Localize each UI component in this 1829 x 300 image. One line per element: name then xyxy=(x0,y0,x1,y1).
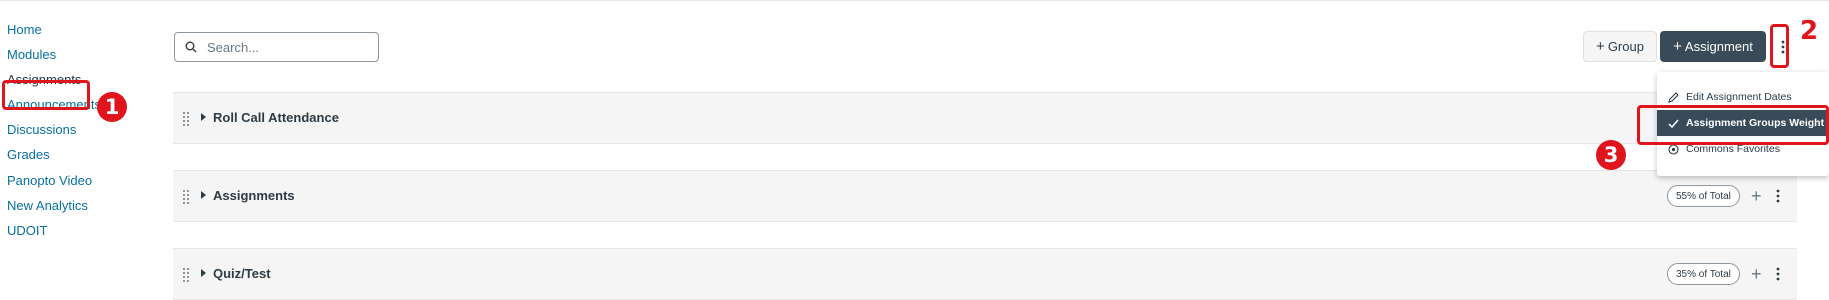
sidebar-item-udoit[interactable]: UDOIT xyxy=(7,223,47,239)
add-assignment-to-group-button[interactable]: + xyxy=(1751,263,1762,285)
group-weight-badge: 55% of Total xyxy=(1667,185,1740,207)
add-assignment-to-group-button[interactable]: + xyxy=(1751,185,1762,207)
search-field[interactable] xyxy=(174,32,379,62)
annotation-badge-1: 1 xyxy=(97,92,127,122)
top-divider xyxy=(0,0,1829,1)
group-kebab-icon[interactable] xyxy=(1773,187,1783,205)
sidebar-item-modules[interactable]: Modules xyxy=(7,47,56,63)
add-group-button[interactable]: + Group xyxy=(1583,31,1657,62)
plus-icon: + xyxy=(1596,38,1605,55)
drag-handle-icon[interactable] xyxy=(182,189,190,205)
settings-dropdown-menu: Edit Assignment Dates Assignment Groups … xyxy=(1657,72,1829,176)
pencil-icon xyxy=(1666,90,1680,104)
expand-caret-icon[interactable] xyxy=(201,191,206,199)
drag-handle-icon[interactable] xyxy=(182,111,190,127)
commons-icon xyxy=(1666,142,1680,156)
add-assignment-label: Assignment xyxy=(1684,39,1753,54)
group-weight-badge: 35% of Total xyxy=(1667,263,1740,285)
sidebar-item-new-analytics[interactable]: New Analytics xyxy=(7,198,88,214)
sidebar-item-assignments[interactable]: Assignments xyxy=(7,72,81,88)
sidebar-item-home[interactable]: Home xyxy=(7,22,42,38)
plus-icon: + xyxy=(1673,38,1682,55)
assignment-group-row: Roll Call Attendance xyxy=(173,92,1797,144)
add-group-label: Group xyxy=(1607,39,1644,54)
drag-handle-icon[interactable] xyxy=(182,267,190,283)
checkmark-icon xyxy=(1666,116,1680,130)
menu-item-edit-assignment-dates[interactable]: Edit Assignment Dates xyxy=(1657,84,1829,110)
menu-item-assignment-groups-weight[interactable]: Assignment Groups Weight xyxy=(1657,110,1829,136)
add-assignment-button[interactable]: + Assignment xyxy=(1660,31,1766,62)
sidebar-item-discussions[interactable]: Discussions xyxy=(7,122,76,138)
sidebar-item-grades[interactable]: Grades xyxy=(7,147,50,163)
kebab-icon xyxy=(1781,40,1785,53)
menu-item-label: Assignment Groups Weight xyxy=(1686,117,1825,129)
sidebar-item-announcements[interactable]: Announcements xyxy=(7,97,101,113)
settings-menu-button[interactable] xyxy=(1776,31,1790,62)
search-input[interactable] xyxy=(205,38,365,56)
group-kebab-icon[interactable] xyxy=(1773,265,1783,283)
group-title[interactable]: Assignments xyxy=(213,188,295,203)
group-title[interactable]: Roll Call Attendance xyxy=(213,110,339,125)
expand-caret-icon[interactable] xyxy=(201,113,206,121)
sidebar-item-panopto-video[interactable]: Panopto Video xyxy=(7,173,92,189)
assignment-group-row: Quiz/Test 35% of Total + xyxy=(173,248,1797,300)
menu-item-label: Commons Favorites xyxy=(1686,143,1780,155)
menu-item-commons-favorites[interactable]: Commons Favorites xyxy=(1657,136,1829,162)
menu-item-label: Edit Assignment Dates xyxy=(1686,91,1792,103)
search-icon xyxy=(185,41,197,53)
annotation-badge-2: 2 xyxy=(1800,16,1819,46)
expand-caret-icon[interactable] xyxy=(201,269,206,277)
group-title[interactable]: Quiz/Test xyxy=(213,266,271,281)
assignment-group-row: Assignments 55% of Total + xyxy=(173,170,1797,222)
annotation-badge-3: 3 xyxy=(1596,140,1626,170)
